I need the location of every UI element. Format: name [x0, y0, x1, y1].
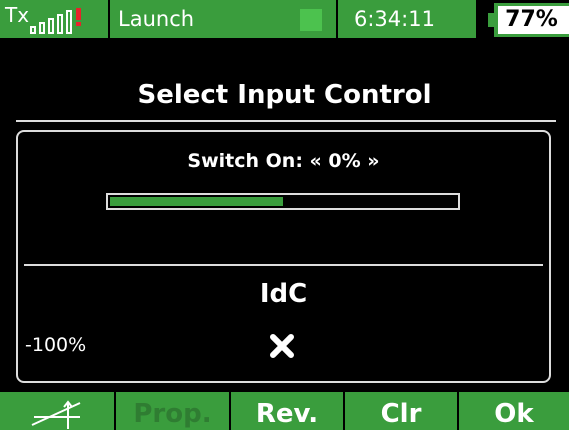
bottom-button-bar: Prop. Rev. Clr Ok [0, 392, 569, 430]
signal-strength-icon [30, 8, 100, 34]
model-indicator-icon [300, 9, 322, 31]
model-status[interactable]: Launch [110, 0, 336, 38]
battery-status: 77% [478, 0, 569, 38]
switch-position-fill [110, 197, 283, 206]
prop-button[interactable]: Prop. [116, 392, 229, 430]
title-divider [16, 120, 556, 122]
rev-button[interactable]: Rev. [231, 392, 343, 430]
switch-on-label: Switch On: « 0% » [187, 150, 380, 172]
clear-button[interactable]: Clr [345, 392, 457, 430]
control-name: IdC [259, 279, 308, 309]
clock-time: 6:34:11 [354, 7, 435, 31]
page-title: Select Input Control [137, 80, 432, 110]
control-min-value: -100% [25, 334, 87, 356]
trim-button[interactable] [0, 392, 114, 430]
status-bar: Tx Launch 6:34:11 77% [0, 0, 569, 40]
switch-position-bar [106, 193, 460, 210]
battery-percent: 77% [505, 7, 558, 32]
input-control-panel: Switch On: « 0% » IdC -100% [16, 130, 551, 383]
trim-icon [31, 400, 81, 429]
transmitter-status: Tx [0, 0, 108, 38]
x-icon [270, 334, 294, 358]
clock-status: 6:34:11 [338, 0, 476, 38]
panel-divider [24, 264, 543, 266]
tx-label: Tx [5, 3, 30, 27]
model-name: Launch [118, 7, 195, 31]
ok-button[interactable]: Ok [459, 392, 569, 430]
